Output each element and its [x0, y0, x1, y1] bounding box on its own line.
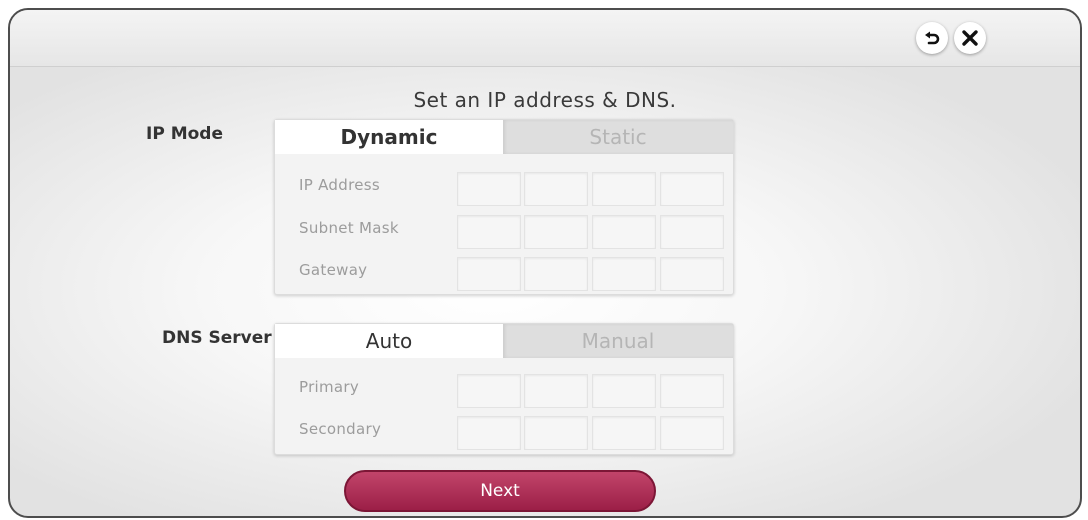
gateway-octet-3[interactable]: [592, 257, 656, 291]
gateway-octet-4[interactable]: [660, 257, 724, 291]
close-button[interactable]: [954, 22, 986, 54]
subnet-mask-octet-2[interactable]: [524, 215, 588, 249]
ip-address-label: IP Address: [299, 176, 380, 194]
ip-address-octet-3[interactable]: [592, 172, 656, 206]
ip-address-octet-4[interactable]: [660, 172, 724, 206]
subnet-mask-row: Subnet Mask: [275, 211, 733, 249]
header-bar: [10, 10, 1080, 67]
gateway-octet-1[interactable]: [457, 257, 521, 291]
tab-manual[interactable]: Manual: [503, 324, 733, 358]
dialog-frame: Set an IP address & DNS. IP Mode Dynamic…: [8, 8, 1082, 518]
secondary-dns-row: Secondary: [275, 412, 733, 450]
back-button[interactable]: [916, 22, 948, 54]
ip-mode-label: IP Mode: [146, 124, 223, 144]
tab-static[interactable]: Static: [503, 120, 733, 154]
ip-address-row: IP Address: [275, 168, 733, 206]
ip-address-octet-2[interactable]: [524, 172, 588, 206]
dns-server-panel: Auto Manual Primary Secondary: [274, 323, 734, 455]
primary-dns-octet-4[interactable]: [660, 374, 724, 408]
secondary-dns-octet-4[interactable]: [660, 416, 724, 450]
primary-dns-row: Primary: [275, 370, 733, 408]
close-x-icon: [962, 30, 978, 46]
subnet-mask-octet-3[interactable]: [592, 215, 656, 249]
primary-dns-octet-1[interactable]: [457, 374, 521, 408]
next-button[interactable]: Next: [344, 470, 656, 512]
subnet-mask-octet-1[interactable]: [457, 215, 521, 249]
subnet-mask-octet-4[interactable]: [660, 215, 724, 249]
primary-dns-octet-3[interactable]: [592, 374, 656, 408]
secondary-dns-octet-1[interactable]: [457, 416, 521, 450]
gateway-label: Gateway: [299, 261, 368, 279]
page-title: Set an IP address & DNS.: [413, 88, 677, 112]
subnet-mask-label: Subnet Mask: [299, 219, 399, 237]
ip-mode-panel: Dynamic Static IP Address Subnet Mask Ga…: [274, 119, 734, 295]
secondary-dns-label: Secondary: [299, 420, 382, 438]
secondary-dns-octet-3[interactable]: [592, 416, 656, 450]
secondary-dns-octet-2[interactable]: [524, 416, 588, 450]
primary-dns-label: Primary: [299, 378, 360, 396]
tab-dynamic[interactable]: Dynamic: [275, 120, 503, 154]
primary-dns-octet-2[interactable]: [524, 374, 588, 408]
gateway-row: Gateway: [275, 253, 733, 291]
ip-address-octet-1[interactable]: [457, 172, 521, 206]
tab-auto[interactable]: Auto: [275, 324, 503, 358]
gateway-octet-2[interactable]: [524, 257, 588, 291]
dns-server-label: DNS Server: [162, 328, 272, 348]
back-arrow-icon: [925, 31, 940, 45]
